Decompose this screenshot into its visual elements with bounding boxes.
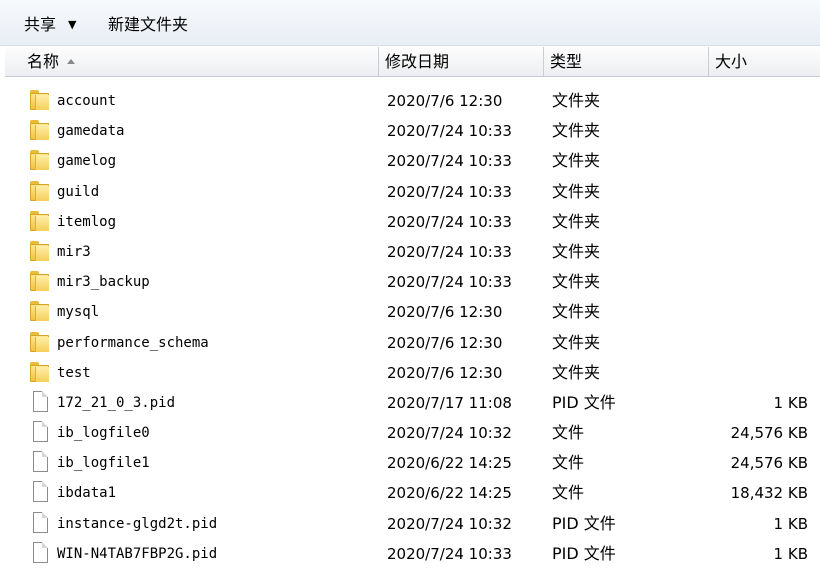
file-row[interactable]: instance-glgd2t.pid 2020/7/24 10:32 PID 文件…	[0, 509, 820, 539]
file-type: PID 文件	[552, 392, 616, 412]
folder-icon	[30, 89, 50, 111]
column-header-date[interactable]: 修改日期	[379, 47, 544, 76]
file-icon	[30, 511, 50, 534]
file-list: account 2020/7/6 12:30 文件夹 gamedata 2020/7/2…	[0, 86, 820, 569]
file-row[interactable]: gamelog 2020/7/24 10:33 文件夹	[0, 146, 820, 176]
file-type: 文件	[552, 453, 585, 473]
file-type: 文件夹	[552, 302, 601, 322]
file-size: 18,432 KB	[730, 484, 808, 503]
file-type: 文件夹	[552, 272, 601, 292]
file-row[interactable]: mir3_backup 2020/7/24 10:33 文件夹	[0, 267, 820, 297]
folder-icon	[30, 180, 50, 202]
file-date: 2020/7/17 11:08	[387, 393, 512, 412]
file-type: 文件	[552, 423, 585, 443]
file-name: gamelog	[57, 153, 117, 170]
file-row[interactable]: WIN-N4TAB7FBP2G.pid 2020/7/24 10:33 PID 文件…	[0, 539, 820, 569]
file-name: ibdata1	[57, 485, 117, 502]
file-date: 2020/6/22 14:25	[387, 484, 512, 503]
file-name: 172_21_0_3.pid	[57, 394, 176, 411]
folder-icon	[30, 331, 50, 353]
file-row[interactable]: ibdata1 2020/6/22 14:25 文件 18,432 KB	[0, 478, 820, 508]
column-header-size[interactable]: 大小	[709, 47, 820, 76]
file-icon	[30, 390, 50, 413]
new-folder-button[interactable]: 新建文件夹	[108, 14, 188, 36]
file-size: 24,576 KB	[730, 454, 808, 473]
sort-ascending-icon	[67, 59, 76, 64]
file-size: 24,576 KB	[730, 424, 808, 443]
file-name: mir3	[57, 243, 91, 260]
file-name: mir3_backup	[57, 274, 150, 291]
file-type: 文件夹	[552, 362, 601, 382]
file-icon	[30, 421, 50, 443]
file-date: 2020/7/6 12:30	[387, 92, 503, 110]
file-date: 2020/7/24 10:32	[387, 424, 512, 443]
file-row[interactable]: ib_logfile1 2020/6/22 14:25 文件 24,576 KB	[0, 448, 820, 478]
column-header-type[interactable]: 类型	[544, 47, 709, 76]
column-header: 名称 修改日期 类型 大小	[5, 47, 820, 77]
file-name: gamedata	[57, 123, 125, 140]
file-type: 文件夹	[552, 181, 601, 201]
file-row[interactable]: guild 2020/7/24 10:33 文件夹	[0, 177, 820, 207]
folder-icon	[30, 270, 50, 292]
file-row[interactable]: mysql 2020/7/6 12:30 文件夹	[0, 297, 820, 327]
file-row[interactable]: test 2020/7/6 12:30 文件夹	[0, 358, 820, 388]
share-button[interactable]: 共享 ▼	[24, 14, 76, 36]
file-icon	[30, 451, 50, 473]
file-name: account	[57, 93, 117, 109]
folder-icon	[30, 149, 50, 171]
file-name: ib_logfile1	[57, 455, 150, 472]
folder-icon	[30, 300, 50, 322]
file-date: 2020/7/24 10:33	[387, 273, 512, 292]
file-row[interactable]: performance_schema 2020/7/6 12:30 文件夹	[0, 328, 820, 358]
file-type: PID 文件	[552, 543, 616, 563]
file-name: itemlog	[57, 213, 117, 230]
file-date: 2020/7/24 10:33	[387, 242, 512, 261]
file-name: mysql	[57, 304, 100, 321]
file-type: 文件夹	[552, 121, 601, 141]
file-date: 2020/6/22 14:25	[387, 454, 512, 473]
file-name: performance_schema	[57, 334, 209, 351]
file-type: 文件夹	[552, 151, 601, 171]
file-date: 2020/7/24 10:33	[387, 212, 512, 231]
file-name: WIN-N4TAB7FBP2G.pid	[57, 545, 218, 562]
file-type: 文件	[552, 483, 585, 503]
file-type: PID 文件	[552, 513, 616, 533]
file-name: test	[57, 364, 91, 381]
file-date: 2020/7/24 10:33	[387, 122, 512, 141]
chevron-down-icon: ▼	[68, 18, 77, 31]
file-name: instance-glgd2t.pid	[57, 515, 218, 532]
file-date: 2020/7/6 12:30	[387, 333, 503, 352]
folder-icon	[30, 361, 50, 383]
file-name: ib_logfile0	[57, 425, 150, 442]
file-row[interactable]: mir3 2020/7/24 10:33 文件夹	[0, 237, 820, 267]
file-icon	[30, 541, 50, 564]
share-label: 共享	[24, 15, 57, 34]
file-date: 2020/7/24 10:33	[387, 182, 512, 201]
file-date: 2020/7/24 10:33	[387, 544, 512, 563]
file-row[interactable]: 172_21_0_3.pid 2020/7/17 11:08 PID 文件 1 KB	[0, 388, 820, 418]
file-row[interactable]: account 2020/7/6 12:30 文件夹	[0, 86, 820, 116]
file-date: 2020/7/24 10:32	[387, 514, 512, 533]
file-size: 1 KB	[773, 514, 808, 533]
file-type: 文件夹	[552, 211, 601, 231]
file-date: 2020/7/6 12:30	[387, 303, 503, 322]
file-row[interactable]: gamedata 2020/7/24 10:33 文件夹	[0, 116, 820, 146]
file-date: 2020/7/24 10:33	[387, 152, 512, 171]
folder-icon	[30, 119, 50, 141]
file-type: 文件夹	[552, 332, 601, 352]
file-date: 2020/7/6 12:30	[387, 363, 503, 382]
file-row[interactable]: ib_logfile0 2020/7/24 10:32 文件 24,576 KB	[0, 418, 820, 448]
folder-icon	[30, 240, 50, 262]
column-header-name[interactable]: 名称	[5, 47, 379, 76]
column-header-name-label: 名称	[27, 52, 60, 71]
command-bar: 共享 ▼ 新建文件夹	[0, 0, 820, 46]
file-name: guild	[57, 183, 100, 200]
file-row[interactable]: itemlog 2020/7/24 10:33 文件夹	[0, 207, 820, 237]
file-size: 1 KB	[773, 393, 808, 412]
file-type: 文件夹	[552, 91, 601, 110]
file-size: 1 KB	[773, 544, 808, 563]
file-icon	[30, 481, 50, 503]
file-type: 文件夹	[552, 241, 601, 261]
folder-icon	[30, 210, 50, 232]
